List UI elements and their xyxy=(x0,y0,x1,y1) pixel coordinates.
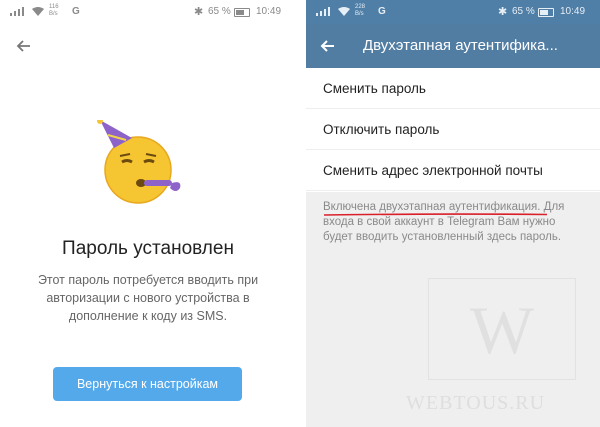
battery-icon xyxy=(538,8,554,17)
page-description: Этот пароль потребуется вводить при авто… xyxy=(37,273,259,323)
battery-percent: 65 % xyxy=(208,6,231,17)
party-face-emoji xyxy=(97,120,181,204)
menu-item-disable-password[interactable]: Отключить пароль xyxy=(306,109,600,150)
info-text: Включена двухэтапная аутентификация. Для… xyxy=(323,200,585,245)
return-to-settings-button[interactable]: Вернуться к настройкам xyxy=(53,367,242,401)
watermark-logo: W xyxy=(428,278,576,380)
battery-icon xyxy=(234,8,250,17)
network-speed: 116 B/s xyxy=(49,4,59,17)
signal-icon xyxy=(10,7,24,16)
settings-menu: Сменить пароль Отключить пароль Сменить … xyxy=(306,68,600,191)
info-highlight: Включена двухэтапная аутентификация. xyxy=(323,201,541,213)
bluetooth-icon: ✱ xyxy=(194,6,204,18)
network-type: G xyxy=(378,6,386,17)
app-bar-title: Двухэтапная аутентифика... xyxy=(363,37,558,54)
network-speed: 228 B/s xyxy=(355,4,366,17)
arrow-left-icon[interactable] xyxy=(318,36,338,56)
page-title: Пароль установлен xyxy=(62,238,234,259)
right-screen: 228 B/s G ✱ 65 % 10:49 Двухэтапная аутен… xyxy=(306,0,600,427)
signal-icon xyxy=(316,7,330,16)
left-screen: 116 B/s G ✱ 65 % 10:49 Пароль установлен… xyxy=(0,0,296,427)
status-bar: 116 B/s G ✱ 65 % 10:49 xyxy=(0,0,296,24)
menu-item-change-email[interactable]: Сменить адрес электронной почты xyxy=(306,150,600,191)
divider xyxy=(296,0,306,427)
info-section: Включена двухэтапная аутентификация. Для… xyxy=(306,192,600,427)
wifi-icon xyxy=(32,7,44,16)
clock: 10:49 xyxy=(256,6,282,17)
highlight-underline xyxy=(323,213,548,216)
wifi-icon xyxy=(338,7,350,16)
watermark-text: WEBTOUS.RU xyxy=(406,392,546,414)
network-type: G xyxy=(72,6,80,17)
menu-item-change-password[interactable]: Сменить пароль xyxy=(306,68,600,109)
status-bar: 228 B/s G ✱ 65 % 10:49 xyxy=(306,0,600,24)
app-bar: Двухэтапная аутентифика... xyxy=(306,24,600,68)
bluetooth-icon: ✱ xyxy=(498,6,508,18)
arrow-left-icon[interactable] xyxy=(14,36,34,56)
battery-percent: 65 % xyxy=(512,6,535,17)
clock: 10:49 xyxy=(560,6,586,17)
